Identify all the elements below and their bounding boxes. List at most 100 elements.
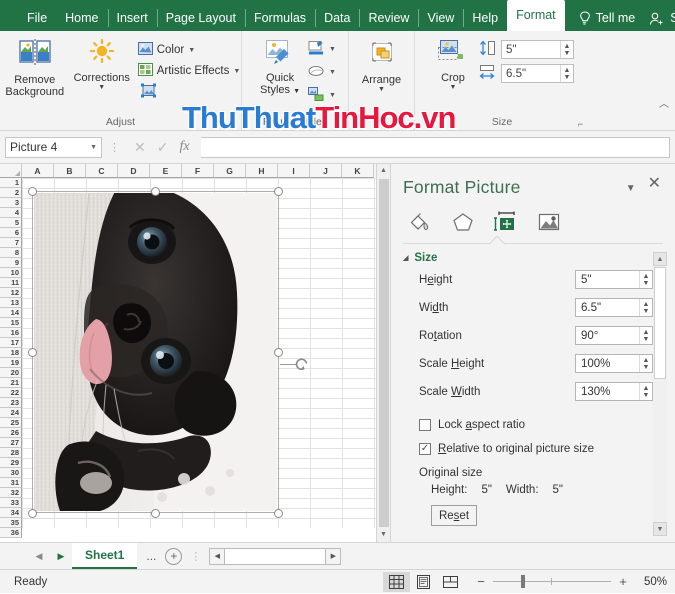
scroll-down-button[interactable]: ▼ [376,528,390,542]
formula-bar-more-icon[interactable]: ⋮ [106,141,123,154]
column-header-A[interactable]: A [22,164,54,178]
column-header-E[interactable]: E [150,164,182,178]
width-spinner[interactable]: ▲ ▼ [639,299,652,316]
lock-aspect-ratio-checkbox[interactable] [419,419,431,431]
row-header-21[interactable]: 21 [0,378,22,388]
collapse-ribbon-button[interactable]: ︿ [659,95,669,110]
picture-border-dropdown-arrow[interactable]: ▼ [329,46,336,53]
height-input[interactable]: 5" ▲ ▼ [575,270,653,289]
shape-height-input[interactable]: 5" ▲ ▼ [501,40,574,59]
row-header-4[interactable]: 4 [0,208,22,218]
select-all-corner[interactable] [0,164,22,178]
cancel-icon[interactable]: ✕ [134,139,146,156]
name-box[interactable]: Picture 4 ▼ [5,136,102,158]
grid-vertical-scrollbar[interactable]: ▲ ▼ [376,164,390,542]
row-header-7[interactable]: 7 [0,238,22,248]
picture-layout-dropdown-arrow[interactable]: ▼ [329,92,336,99]
column-header-K[interactable]: K [342,164,374,178]
row-header-1[interactable]: 1 [0,178,22,188]
zoom-slider-thumb[interactable] [521,575,525,588]
row-header-24[interactable]: 24 [0,408,22,418]
enter-check-icon[interactable]: ✓ [157,139,169,156]
row-header-34[interactable]: 34 [0,508,22,518]
horizontal-scroll-track[interactable] [225,547,326,565]
row-header-13[interactable]: 13 [0,298,22,308]
resize-handle-middle-left[interactable] [28,348,37,357]
row-header-26[interactable]: 26 [0,428,22,438]
row-header-32[interactable]: 32 [0,488,22,498]
size-and-properties-icon[interactable] [493,210,519,234]
row-header-20[interactable]: 20 [0,368,22,378]
pane-scroll-up-button[interactable]: ▲ [653,252,667,266]
row-header-15[interactable]: 15 [0,318,22,328]
rotation-input[interactable]: 90° ▲ ▼ [575,326,653,345]
column-header-I[interactable]: I [278,164,310,178]
fill-and-line-icon[interactable] [407,210,433,234]
row-header-23[interactable]: 23 [0,398,22,408]
row-header-33[interactable]: 33 [0,498,22,508]
resize-handle-top-left[interactable] [28,187,37,196]
shape-width-spinner[interactable]: ▲ ▼ [560,65,573,82]
tab-file[interactable]: File [18,5,56,31]
scroll-right-button[interactable]: ▶ [325,547,342,565]
horizontal-scrollbar[interactable]: ◀ ▶ [209,547,342,565]
zoom-in-button[interactable]: + [618,574,628,589]
resize-handle-middle-right[interactable] [274,348,283,357]
row-header-8[interactable]: 8 [0,248,22,258]
color-button[interactable]: Color ▼ [137,40,241,60]
scale-width-input[interactable]: 130% ▲ ▼ [575,382,653,401]
tell-me-button[interactable]: Tell me [571,5,643,31]
page-break-preview-icon[interactable] [437,572,464,592]
share-button[interactable]: Share [642,5,675,31]
row-header-35[interactable]: 35 [0,518,22,528]
picture-effects-button[interactable]: ▼ [308,62,336,82]
sheet-overflow-ellipsis[interactable]: ... [137,549,165,563]
height-spinner[interactable]: ▲ ▼ [639,271,652,288]
row-header-12[interactable]: 12 [0,288,22,298]
pane-options-dropdown[interactable]: ▼ [626,177,648,194]
row-header-17[interactable]: 17 [0,338,22,348]
color-dropdown-arrow[interactable]: ▼ [188,47,195,54]
row-header-11[interactable]: 11 [0,278,22,288]
size-section-header[interactable]: ◢ Size [391,252,675,264]
sheet-split-handle[interactable]: ⋮ [182,550,209,563]
zoom-out-button[interactable]: − [476,574,486,589]
column-header-F[interactable]: F [182,164,214,178]
column-header-H[interactable]: H [246,164,278,178]
lock-aspect-ratio-row[interactable]: Lock aspect ratio [391,413,675,437]
resize-handle-bottom-right[interactable] [274,509,283,518]
tab-insert[interactable]: Insert [107,5,157,31]
row-header-16[interactable]: 16 [0,328,22,338]
sheet-tab-sheet1[interactable]: Sheet1 [72,543,138,569]
insert-function-icon[interactable]: fx [179,139,189,155]
picture-border-button[interactable]: ▼ [308,39,336,59]
row-header-6[interactable]: 6 [0,228,22,238]
zoom-control[interactable]: − + 50% [464,574,667,589]
tab-home[interactable]: Home [56,5,107,31]
section-collapse-triangle-icon[interactable]: ◢ [403,254,408,262]
scale-height-spinner[interactable]: ▲ ▼ [639,355,652,372]
column-header-G[interactable]: G [214,164,246,178]
crop-dropdown-arrow[interactable]: ▼ [450,84,457,91]
resize-handle-bottom-center[interactable] [151,509,160,518]
corrections-dropdown-arrow[interactable]: ▼ [98,84,105,91]
reset-button[interactable]: Reset [431,505,477,526]
relative-original-row[interactable]: ✓ Relative to original picture size [391,437,675,461]
row-header-10[interactable]: 10 [0,268,22,278]
arrange-button[interactable]: Arrange ▼ [353,36,411,93]
row-header-14[interactable]: 14 [0,308,22,318]
resize-handle-top-right[interactable] [274,187,283,196]
pane-scroll-thumb[interactable] [654,267,666,379]
row-header-27[interactable]: 27 [0,438,22,448]
row-header-3[interactable]: 3 [0,198,22,208]
scale-width-spinner[interactable]: ▲ ▼ [639,383,652,400]
row-header-18[interactable]: 18 [0,348,22,358]
column-header-J[interactable]: J [310,164,342,178]
effects-icon[interactable] [450,210,476,234]
column-header-D[interactable]: D [118,164,150,178]
picture-icon[interactable] [536,210,562,234]
next-sheet-button[interactable]: ▶ [50,551,72,562]
row-header-9[interactable]: 9 [0,258,22,268]
row-header-2[interactable]: 2 [0,188,22,198]
rotate-handle[interactable] [293,356,311,374]
